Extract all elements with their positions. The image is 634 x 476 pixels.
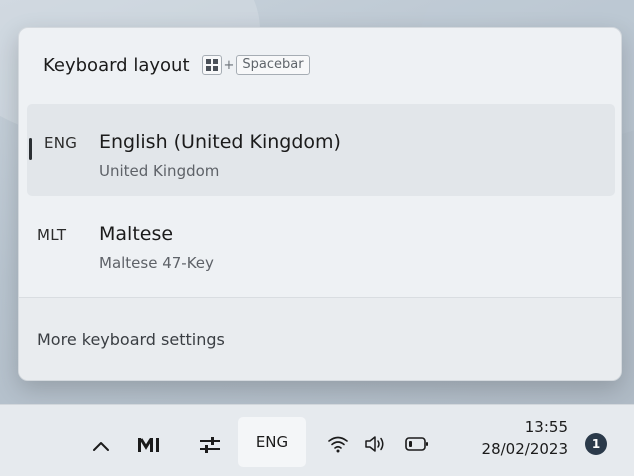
flyout-title: Keyboard layout xyxy=(43,54,190,76)
layout-name: English (United Kingdom) xyxy=(99,131,341,153)
layout-subtitle: Maltese 47-Key xyxy=(99,254,214,272)
keyboard-layout-flyout: Keyboard layout + Spacebar ENG English (… xyxy=(18,27,622,381)
volume-icon[interactable] xyxy=(362,431,388,457)
flyout-header: Keyboard layout + Spacebar xyxy=(43,52,310,78)
chevron-up-icon[interactable] xyxy=(88,433,114,459)
selection-indicator xyxy=(29,138,32,160)
clock[interactable]: 13:55 28/02/2023 xyxy=(452,417,568,461)
layout-item-english-uk[interactable]: ENG English (United Kingdom) United King… xyxy=(27,104,615,196)
battery-icon[interactable] xyxy=(402,431,432,457)
wifi-icon[interactable] xyxy=(325,431,351,457)
clock-date: 28/02/2023 xyxy=(481,440,568,458)
clock-time: 13:55 xyxy=(524,418,568,436)
spacebar-key: Spacebar xyxy=(236,55,310,75)
layout-item-maltese[interactable]: MLT Maltese Maltese 47-Key xyxy=(27,196,615,288)
shortcut-hint: + Spacebar xyxy=(201,55,310,75)
taskbar: ENG 13:55 28/02/2023 1 xyxy=(0,404,634,476)
layout-subtitle: United Kingdom xyxy=(99,162,220,180)
flyout-footer: More keyboard settings xyxy=(19,298,621,380)
shortcut-plus: + xyxy=(223,57,235,73)
notification-badge[interactable]: 1 xyxy=(585,433,607,455)
mi-app-icon[interactable] xyxy=(135,431,163,459)
sliders-icon[interactable] xyxy=(197,432,223,458)
layout-list: ENG English (United Kingdom) United King… xyxy=(27,104,615,288)
more-keyboard-settings-link[interactable]: More keyboard settings xyxy=(37,330,225,349)
windows-key-icon xyxy=(201,55,222,75)
layout-code: MLT xyxy=(37,226,67,244)
layout-name: Maltese xyxy=(99,223,174,245)
layout-code: ENG xyxy=(44,134,78,152)
input-language-indicator[interactable]: ENG xyxy=(238,417,306,467)
